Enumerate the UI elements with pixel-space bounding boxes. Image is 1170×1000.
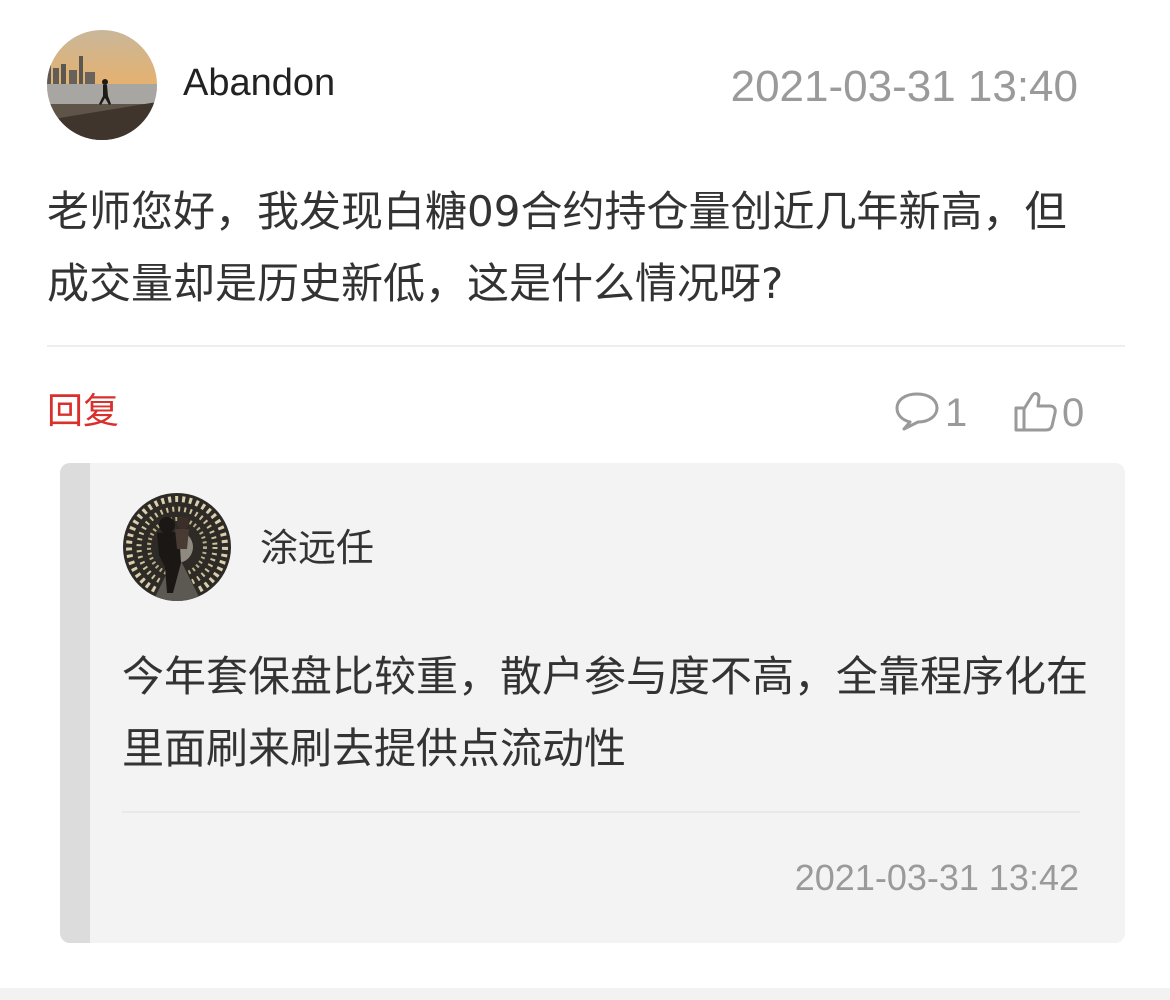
post-divider: [47, 345, 1125, 347]
reply-author-avatar[interactable]: [123, 493, 231, 601]
post-author-avatar[interactable]: [47, 30, 157, 140]
comment-count-button[interactable]: 1: [893, 385, 967, 441]
like-count: 0: [1062, 391, 1085, 435]
reply-button[interactable]: 回复: [47, 388, 119, 436]
comment-count: 1: [945, 391, 968, 435]
thumbs-up-icon: [1012, 388, 1058, 438]
reply-content: 今年套保盘比较重，散户参与度不高，全靠程序化在里面刷来刷去提供点流动性: [122, 652, 1089, 773]
post-author-name[interactable]: Abandon: [183, 58, 335, 108]
reply-card: 涂远任 今年套保盘比较重，散户参与度不高，全靠程序化在里面刷来刷去提供点流动性 …: [60, 463, 1125, 943]
speech-bubble-icon: [893, 389, 941, 437]
like-button[interactable]: 0: [1012, 385, 1084, 441]
post-content: 老师您好，我发现白糖09合约持仓量创近几年新高，但成交量却是历史新低，这是什么情…: [47, 187, 1067, 308]
post-timestamp: 2021-03-31 13:40: [730, 62, 1078, 111]
reply-divider: [122, 811, 1080, 813]
avatar-photo-light-tunnel: [123, 493, 231, 601]
reply-card-accent-bar: [60, 463, 90, 943]
reply-timestamp: 2021-03-31 13:42: [794, 857, 1079, 898]
avatar-photo-seaside: [47, 30, 157, 140]
reply-author-name[interactable]: 涂远任: [260, 523, 374, 573]
bottom-separator: [0, 988, 1170, 1000]
